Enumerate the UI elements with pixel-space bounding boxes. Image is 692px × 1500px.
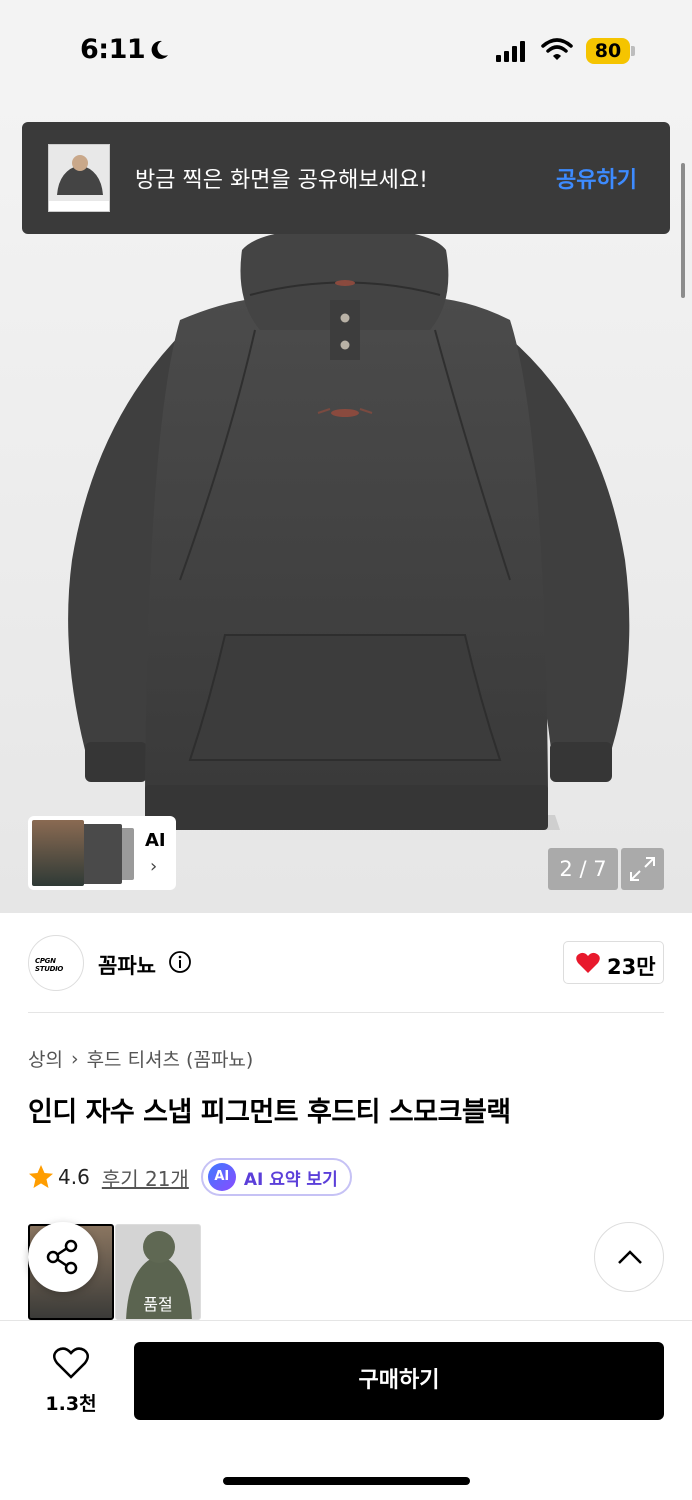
moon-icon xyxy=(151,40,168,59)
color-option-khaki[interactable]: 품절 xyxy=(115,1224,201,1320)
brand-logo-text: CPGN STUDIO xyxy=(35,957,64,973)
rating-value: 4.6 xyxy=(58,1165,90,1189)
breadcrumb-category[interactable]: 상의 xyxy=(28,1045,63,1072)
rating-row: 4.6 후기 21개 AI AI 요약 보기 xyxy=(28,1158,352,1196)
buy-button[interactable]: 구매하기 xyxy=(134,1342,664,1420)
ai-summary-button[interactable]: AI AI 요약 보기 xyxy=(200,1158,352,1196)
share-icon xyxy=(46,1239,78,1275)
home-indicator xyxy=(223,1477,470,1485)
ai-thumbnail-1 xyxy=(32,820,84,886)
scroll-to-top-button[interactable] xyxy=(594,1222,664,1292)
brand-logo[interactable]: CPGN STUDIO xyxy=(28,935,84,991)
scroll-indicator[interactable] xyxy=(681,163,685,298)
breadcrumb: 상의 › 후드 티셔츠 (꼼파뇨) xyxy=(28,1045,253,1072)
chevron-right-icon: › xyxy=(150,856,158,877)
review-count-link[interactable]: 후기 21개 xyxy=(102,1163,189,1192)
toast-message: 방금 찍은 화면을 공유해보세요! xyxy=(135,168,428,193)
ai-label: AI xyxy=(145,830,166,851)
ai-badge-icon: AI xyxy=(207,1163,236,1191)
battery-indicator: 80 xyxy=(586,38,630,64)
screenshot-thumbnail[interactable] xyxy=(48,144,110,212)
share-toast: 방금 찍은 화면을 공유해보세요! 공유하기 xyxy=(22,122,670,234)
status-time: 6:11 xyxy=(80,34,146,65)
breadcrumb-subcategory[interactable]: 후드 티셔츠 (꼼파뇨) xyxy=(87,1045,254,1072)
chevron-right-icon: › xyxy=(70,1047,79,1070)
ai-style-thumbnail-button[interactable]: AI › xyxy=(28,816,176,890)
battery-tip xyxy=(631,46,635,56)
heart-filled-icon xyxy=(576,952,600,973)
status-bar: 6:11 80 xyxy=(0,0,692,100)
expand-icon xyxy=(630,857,655,881)
expand-button[interactable] xyxy=(621,848,664,890)
wishlist-button[interactable]: 1.3천 xyxy=(38,1343,104,1418)
image-counter: 2 / 7 xyxy=(548,848,618,890)
bottom-action-bar: 1.3천 구매하기 xyxy=(0,1320,692,1500)
sold-out-label: 품절 xyxy=(143,1295,173,1314)
info-icon[interactable] xyxy=(168,950,192,974)
wifi-icon xyxy=(541,38,573,60)
chevron-up-icon xyxy=(618,1250,642,1264)
cellular-signal-icon xyxy=(496,41,525,62)
brand-name[interactable]: 꼼파뇨 xyxy=(98,950,156,980)
brand-like-count: 23만 xyxy=(607,955,656,979)
star-icon xyxy=(29,1165,53,1188)
share-button[interactable] xyxy=(28,1222,98,1292)
ai-summary-label: AI 요약 보기 xyxy=(243,1169,338,1190)
product-title: 인디 자수 스냅 피그먼트 후드티 스모크블랙 xyxy=(28,1097,511,1128)
brand-like-button[interactable]: 23만 xyxy=(563,941,664,984)
share-now-button[interactable]: 공유하기 xyxy=(556,162,637,194)
divider xyxy=(28,1012,664,1013)
heart-outline-icon xyxy=(53,1347,89,1379)
wishlist-count: 1.3천 xyxy=(45,1393,97,1415)
